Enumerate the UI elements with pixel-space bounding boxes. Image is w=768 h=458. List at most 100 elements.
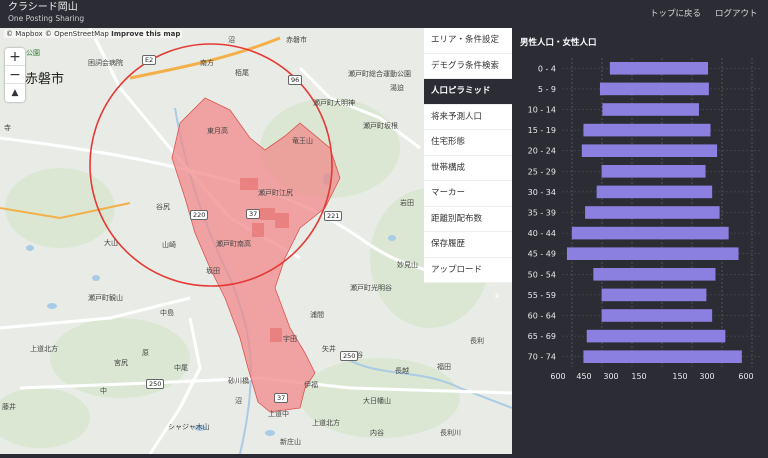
x-tick-label: 300 [699, 372, 714, 381]
map-label: 山崎 [162, 241, 176, 249]
brand[interactable]: クラシード岡山 One Posting Sharing [8, 2, 84, 24]
category-label: 50 - 54 [528, 270, 556, 279]
map-label: 福田 [437, 363, 451, 371]
category-label: 25 - 29 [528, 167, 556, 176]
x-tick-label: 300 [603, 372, 618, 381]
map-label: 長利 [470, 337, 484, 345]
menu-item-housing-type[interactable]: 住宅形態 [424, 130, 512, 156]
map-label: 上道中 [268, 410, 289, 418]
logout-link[interactable]: ログアウト [715, 7, 758, 19]
bar-female [661, 123, 711, 137]
menu-item-future-population[interactable]: 将来予測人口 [424, 105, 512, 130]
bar-male [581, 144, 661, 157]
collapse-panel-icon[interactable]: › [494, 288, 500, 304]
osm-credit[interactable]: © OpenStreetMap [45, 30, 109, 38]
map-label: 上道北方 [30, 345, 58, 353]
compass-button[interactable]: ▲ [5, 84, 25, 102]
bar-male [609, 62, 661, 75]
category-label: 30 - 34 [528, 188, 556, 197]
map-label: 瀬戸町南高 [216, 240, 251, 248]
map-label: 瀬戸町総合運動公園 [348, 70, 411, 78]
chart-title: 男性人口・女性人口 [520, 38, 597, 48]
category-label: 20 - 24 [528, 147, 556, 156]
bar-male [601, 165, 661, 178]
route-shield: 221 [324, 211, 343, 221]
map-label: 中島 [160, 309, 174, 317]
brand-title: クラシード岡山 [8, 2, 78, 13]
menu-item-household-composition[interactable]: 世帯構成 [424, 156, 512, 181]
bar-male [571, 226, 661, 240]
x-tick-label: 450 [576, 372, 591, 381]
bar-female [661, 82, 709, 96]
map-label: 東月高 [207, 127, 228, 135]
category-label: 10 - 14 [528, 106, 556, 115]
map-label: 坂田 [206, 267, 220, 275]
category-label: 65 - 69 [528, 332, 556, 341]
menu-item-marker[interactable]: マーカー [424, 181, 512, 207]
menu-item-upload[interactable]: アップロード [424, 258, 512, 283]
route-shield: E2 [142, 55, 157, 65]
bar-male [586, 329, 661, 343]
map-label: 長利川 [440, 429, 461, 437]
x-tick-label: 600 [550, 372, 565, 381]
x-tick-label: 600 [738, 372, 753, 381]
category-label: 60 - 64 [528, 312, 556, 321]
map-label: 瀬戸町江尻 [258, 189, 293, 197]
map-label: 伊福 [304, 381, 318, 389]
map-label: 湯迫 [390, 84, 404, 92]
category-label: 55 - 59 [528, 291, 556, 300]
bar-male [583, 350, 661, 363]
zoom-control: + − ▲ [5, 48, 25, 102]
map-label: 寺 [4, 124, 11, 132]
map-label: 内谷 [370, 429, 384, 437]
map-label: シャジャ木山 [168, 423, 210, 431]
menu-item-saved-history[interactable]: 保存履歴 [424, 232, 512, 258]
map-label: 藤井 [2, 403, 16, 411]
map-label: 上道北方 [312, 419, 340, 427]
menu-item-area-settings[interactable]: エリア・条件設定 [424, 28, 512, 54]
map-label: 原 [142, 349, 149, 357]
map-label: 瀬戸町観山 [88, 294, 123, 302]
map-label: 大日幡山 [363, 397, 391, 405]
map-label: 岩田 [400, 199, 414, 207]
map-attribution[interactable]: © Mapbox © OpenStreetMap Improve this ma… [4, 30, 183, 38]
route-shield: 37 [274, 393, 289, 403]
route-shield: 220 [190, 210, 209, 220]
zoom-out-button[interactable]: − [5, 66, 25, 84]
bar-male [585, 206, 661, 219]
map-label: 瀬戸町光明谷 [350, 284, 392, 292]
back-to-top-link[interactable]: トップに戻る [650, 7, 701, 19]
bar-female [661, 288, 707, 302]
map-label: 新庄山 [280, 438, 301, 446]
top-bar: クラシード岡山 One Posting Sharing トップに戻る ログアウト [0, 0, 768, 28]
map-label: 瀬戸町坂根 [363, 122, 398, 130]
zoom-in-button[interactable]: + [5, 48, 25, 66]
route-shield: 250 [146, 379, 165, 389]
map-label: 赤磐市 [25, 72, 65, 87]
mapbox-credit[interactable]: © Mapbox [6, 30, 43, 38]
menu-item-population-pyramid[interactable]: 人口ピラミッド [424, 79, 512, 105]
category-label: 35 - 39 [528, 209, 556, 218]
side-menu: エリア・条件設定 デモグラ条件検索 人口ピラミッド 将来予測人口 住宅形態 世帯… [424, 28, 512, 283]
map-label: 中 [100, 387, 107, 395]
map-label: 宮尻 [114, 359, 128, 367]
map-label: 矢井 [322, 345, 336, 353]
menu-item-demographic-search[interactable]: デモグラ条件検索 [424, 54, 512, 79]
map-label: 南方 [200, 59, 214, 67]
map-label: 谷尻 [156, 203, 170, 211]
map-label: 公園 [26, 49, 40, 57]
map-label: 浦間 [310, 311, 324, 319]
bar-male [599, 82, 661, 96]
menu-item-distance-distribution[interactable]: 距離別配布数 [424, 207, 512, 232]
category-label: 0 - 4 [538, 64, 556, 73]
bar-female [661, 350, 742, 363]
map-label: 沼 [228, 36, 235, 44]
bar-male [602, 103, 661, 116]
bar-female [661, 185, 713, 199]
map-label: 中尾 [174, 364, 188, 372]
route-shield: 37 [246, 209, 261, 219]
category-label: 70 - 74 [528, 353, 556, 362]
population-pyramid-chart: 0 - 4 5 - 9 10 - 14 15 - 19 20 - 24 25 - 29 30… [528, 58, 760, 381]
improve-map-link[interactable]: Improve this map [111, 30, 180, 38]
bar-female [661, 226, 729, 240]
